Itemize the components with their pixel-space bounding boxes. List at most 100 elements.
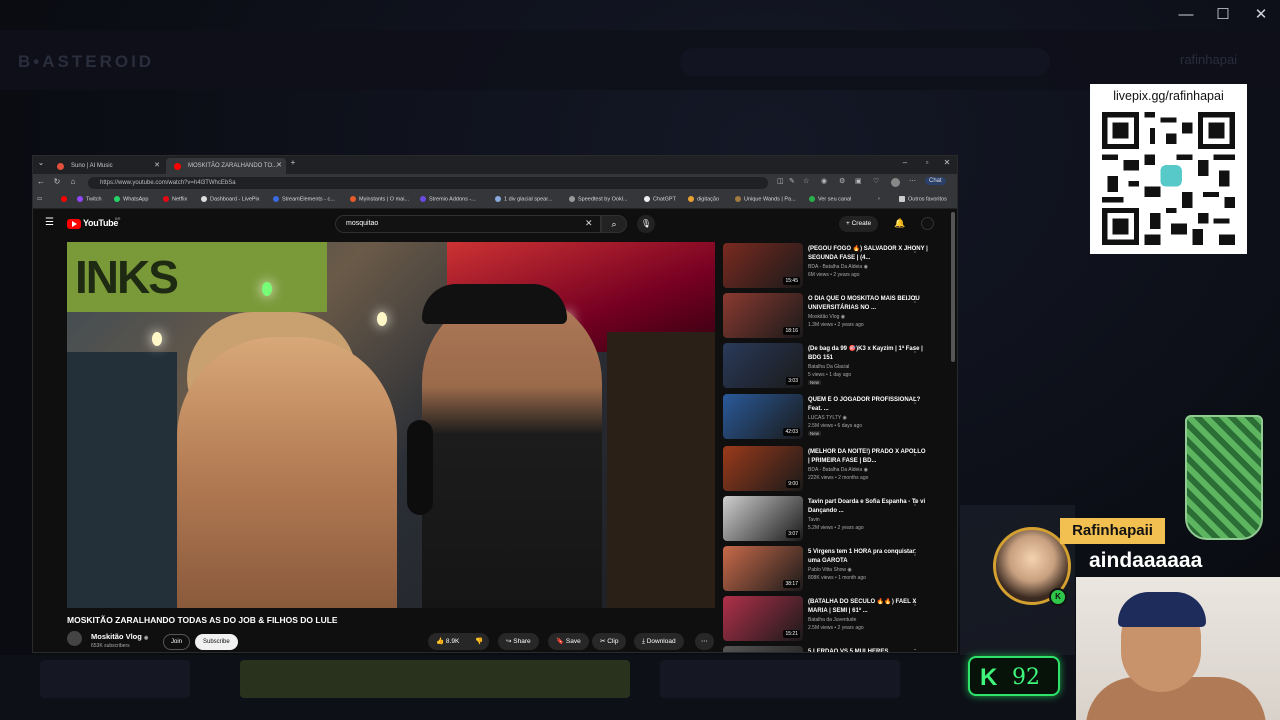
bookmark-apps-icon[interactable]: ▭ — [37, 196, 42, 202]
back-icon[interactable]: ← — [35, 177, 47, 186]
share-button[interactable]: ↪ Share — [498, 633, 539, 650]
recommendation-channel[interactable]: Moskitão Vlog ◉ — [808, 314, 845, 320]
recommendation-thumbnail[interactable]: 15:45 — [723, 243, 803, 288]
window-close-icon[interactable]: ✕ — [941, 158, 953, 167]
recommendation-title[interactable]: O DIA QUE O MOSKITAO MAIS BEIJOU UNIVERS… — [808, 295, 928, 312]
recommendation-item[interactable]: 3:03 (De bag da 99 🎯)K3 x Kayzim | 1ª Fas… — [723, 343, 953, 391]
extension-icon[interactable]: ⚙ — [839, 177, 845, 185]
recommendation-menu-icon[interactable]: ⋮ — [911, 598, 919, 607]
extension-icon[interactable]: ♡ — [873, 177, 879, 185]
bookmark-item[interactable]: ChatGPT — [644, 196, 676, 202]
recommendation-channel[interactable]: Pablo Vitta Show ◉ — [808, 567, 852, 573]
copilot-chat-button[interactable]: Chat — [925, 177, 946, 185]
menu-icon[interactable]: ☰ — [45, 217, 54, 228]
recommendation-item[interactable]: 5 LERDÃO VS 5 MULHERES ⋮ — [723, 646, 953, 652]
recommendation-title[interactable]: Tavin part Doarda e Sofia Espanha - Te v… — [808, 498, 928, 515]
recommendation-title[interactable]: 5 Virgens tem 1 HORA pra conquistar uma … — [808, 548, 928, 565]
window-restore-icon[interactable]: ▫ — [921, 158, 933, 167]
tab-youtube[interactable]: MOSKITÃO ZARALHANDO TO... ✕ — [166, 158, 286, 174]
recommendation-menu-icon[interactable]: ⋮ — [911, 548, 919, 557]
maximize-button[interactable]: ☐ — [1214, 6, 1232, 24]
recommendation-item[interactable]: 18:16 O DIA QUE O MOSKITAO MAIS BEIJOU UN… — [723, 293, 953, 341]
recommendation-channel[interactable]: Batalha Da Glacial — [808, 364, 849, 370]
subscribe-button[interactable]: Subscribe — [195, 634, 238, 650]
extension-icon[interactable]: ✎ — [789, 177, 795, 185]
account-avatar[interactable] — [921, 217, 934, 230]
tab-suno[interactable]: Suno | AI Music ✕ — [49, 158, 164, 174]
bookmarks-more-icon[interactable]: › — [878, 196, 880, 202]
recommendation-channel[interactable]: Tavin — [808, 517, 820, 523]
tab-close-icon[interactable]: ✕ — [154, 158, 160, 174]
more-actions-button[interactable]: ⋯ — [695, 633, 714, 650]
recommendation-channel[interactable]: Batalha da Juventude — [808, 617, 856, 623]
search-button[interactable]: ⌕ — [601, 215, 627, 233]
window-minimize-icon[interactable]: – — [899, 158, 911, 167]
recommendation-item[interactable]: 42:03 QUEM É O JOGADOR PROFISSIONAL? Feat… — [723, 394, 953, 442]
recommendation-item[interactable]: 38:17 5 Virgens tem 1 HORA pra conquistar… — [723, 546, 953, 594]
bookmark-folder[interactable]: Outros favoritos — [899, 196, 947, 202]
bookmark-item[interactable]: digitação — [688, 196, 719, 202]
bookmark-item[interactable] — [61, 196, 70, 202]
recommendation-title[interactable]: (BATALHA DO SÉCULO 🔥🔥) FAEL X MARIA | SE… — [808, 598, 928, 615]
recommendation-thumbnail[interactable] — [723, 646, 803, 652]
dislike-button[interactable]: 👎 — [469, 633, 490, 650]
scrollbar[interactable] — [951, 212, 955, 362]
tab-list-icon[interactable]: ⌄ — [35, 158, 47, 167]
clear-search-icon[interactable]: ✕ — [585, 218, 593, 229]
video-player[interactable]: INKS — [67, 242, 715, 608]
recommendation-title[interactable]: QUEM É O JOGADOR PROFISSIONAL? Feat. ... — [808, 396, 928, 413]
bookmark-item[interactable]: Twitch — [77, 196, 102, 202]
close-button[interactable]: ✕ — [1252, 6, 1270, 24]
extension-icon[interactable]: ◉ — [821, 177, 827, 185]
home-icon[interactable]: ⌂ — [67, 177, 79, 186]
bookmark-item[interactable]: Myinstants | O mai... — [350, 196, 409, 202]
recommendation-thumbnail[interactable]: 42:03 — [723, 394, 803, 439]
bookmark-item[interactable]: 1 div glacial spear... — [495, 196, 552, 202]
download-button[interactable]: ⤓ Download — [634, 633, 684, 650]
new-tab-button[interactable]: + — [287, 158, 299, 167]
recommendation-item[interactable]: 15:21 (BATALHA DO SÉCULO 🔥🔥) FAEL X MARIA… — [723, 596, 953, 644]
recommendation-menu-icon[interactable]: ⋮ — [911, 396, 919, 405]
url-field[interactable]: https://www.youtube.com/watch?v=h4l3TWhc… — [88, 177, 768, 189]
bookmark-item[interactable]: Dashboard - LivePix — [201, 196, 260, 202]
bookmark-item[interactable]: Unique Wands | Pa... — [735, 196, 796, 202]
more-icon[interactable]: ⋯ — [909, 177, 916, 185]
recommendation-thumbnail[interactable]: 9:00 — [723, 446, 803, 491]
recommendation-menu-icon[interactable]: ⋮ — [911, 648, 919, 652]
recommendation-menu-icon[interactable]: ⋮ — [911, 245, 919, 254]
recommendation-thumbnail[interactable]: 18:16 — [723, 293, 803, 338]
bookmark-item[interactable]: Stremio Addons -... — [420, 196, 476, 202]
bookmark-item[interactable]: Netflix — [163, 196, 187, 202]
voice-search-button[interactable]: 🎙 — [637, 215, 655, 233]
recommendation-title[interactable]: (MELHOR DA NOITE!) PRADO X APOLLO | PRIM… — [808, 448, 928, 465]
bookmark-item[interactable]: StreamElements - c... — [273, 196, 335, 202]
recommendation-menu-icon[interactable]: ⋮ — [911, 345, 919, 354]
channel-name[interactable]: Moskitão Vlog ◉ — [91, 632, 148, 641]
recommendation-menu-icon[interactable]: ⋮ — [911, 295, 919, 304]
recommendation-menu-icon[interactable]: ⋮ — [911, 498, 919, 507]
favorite-star-icon[interactable]: ☆ — [803, 177, 809, 185]
create-button[interactable]: + Create — [839, 216, 879, 232]
join-button[interactable]: Join — [163, 634, 191, 650]
channel-avatar[interactable] — [67, 631, 82, 646]
recommendation-thumbnail[interactable]: 15:21 — [723, 596, 803, 641]
recommendation-item[interactable]: 9:00 (MELHOR DA NOITE!) PRADO X APOLLO | … — [723, 446, 953, 494]
tab-close-icon[interactable]: ✕ — [276, 158, 282, 174]
recommendation-title[interactable]: (De bag da 99 🎯)K3 x Kayzim | 1ª Fase | … — [808, 345, 928, 362]
refresh-icon[interactable]: ↻ — [51, 177, 63, 186]
recommendation-thumbnail[interactable]: 3:07 — [723, 496, 803, 541]
minimize-button[interactable]: — — [1177, 6, 1195, 24]
recommendation-thumbnail[interactable]: 3:03 — [723, 343, 803, 388]
recommendation-title[interactable]: (PEGOU FOGO 🔥) SALVADOR X JHONY | SEGUND… — [808, 245, 928, 262]
notifications-bell-icon[interactable]: 🔔 — [894, 218, 905, 229]
bookmark-item[interactable]: WhatsApp — [114, 196, 148, 202]
extension-icon[interactable]: ◫ — [777, 177, 784, 185]
youtube-logo-icon[interactable] — [67, 219, 81, 229]
recommendation-channel[interactable]: LUCAS TYLTY ◉ — [808, 415, 847, 421]
recommendation-channel[interactable]: BDA - Batalha Da Aldeia ◉ — [808, 264, 868, 270]
recommendation-thumbnail[interactable]: 38:17 — [723, 546, 803, 591]
recommendation-channel[interactable]: BDA - Batalha Da Aldeia ◉ — [808, 467, 868, 473]
recommendation-menu-icon[interactable]: ⋮ — [911, 448, 919, 457]
youtube-brand[interactable]: YouTube — [83, 218, 118, 228]
save-button[interactable]: 🔖 Save — [548, 633, 589, 650]
